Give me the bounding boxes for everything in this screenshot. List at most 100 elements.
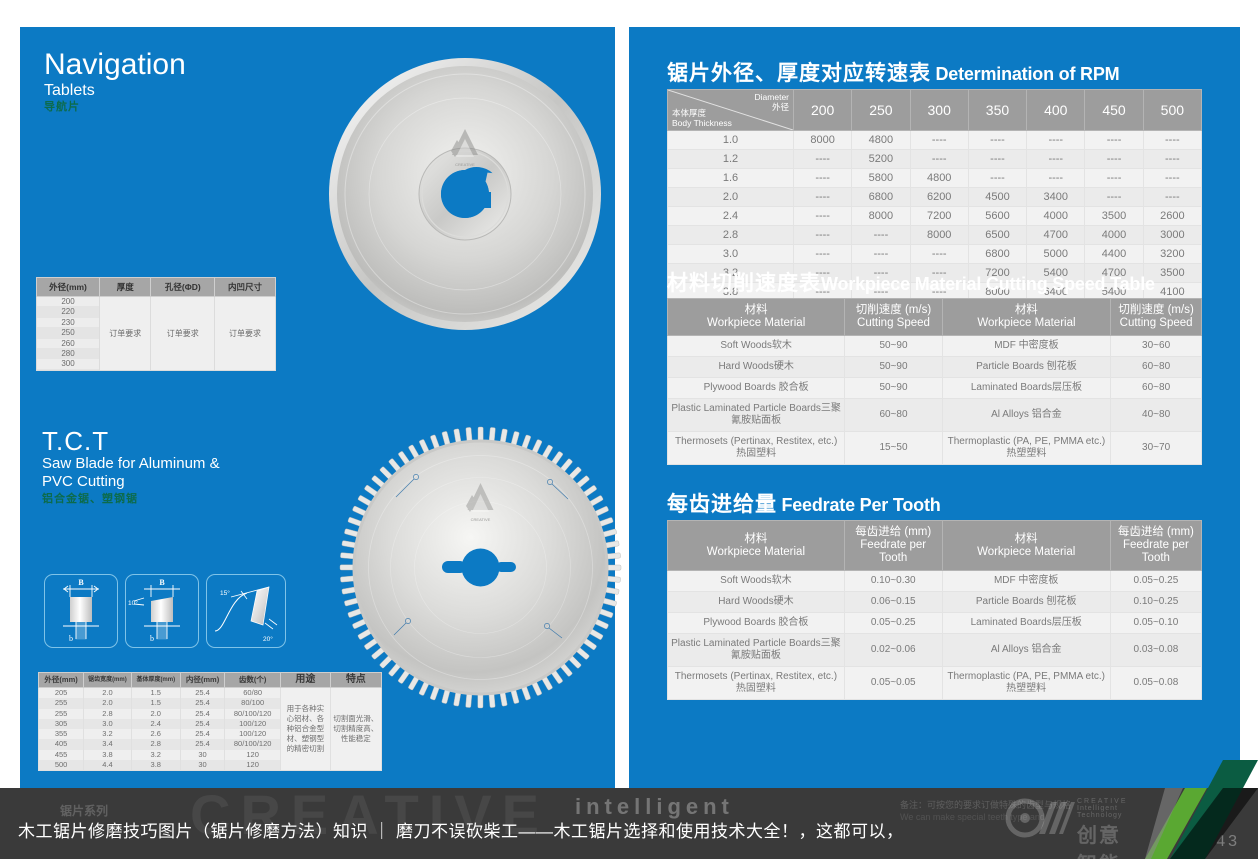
rpm-value-cell: 6500	[967, 225, 1028, 245]
table-row: 2.4 ---- 8000 7200 5600 4000 3500 2600	[667, 206, 1203, 226]
feed-col-value-left: 每齿进给 (mm) Feedrate per Tooth	[843, 520, 943, 571]
cell: 25.4	[195, 729, 210, 739]
label-cn: 切削速度 (m/s)	[1118, 304, 1194, 316]
feedrate-value-cell: 0.06~0.15	[843, 591, 943, 613]
label-en: Workpiece Material	[706, 545, 806, 558]
rpm-value-cell: 6200	[909, 187, 969, 207]
rpm-value-cell: ----	[1084, 168, 1144, 188]
feedrate-material-cell: Plywood Boards 胶合板	[667, 612, 845, 634]
rpm-col-200: 200	[792, 89, 853, 131]
col-tooth-count: 齿数(个)	[224, 672, 282, 688]
col-bore: 内径(mm)	[179, 672, 226, 688]
tct-chinese-label: 铝合金锯、塑钢锯	[42, 493, 138, 505]
cutting-speed-material-cell: Plastic Laminated Particle Boards三聚氰胺贴面板	[666, 398, 846, 432]
navigation-tablet-blade-image: CREATIVE	[325, 53, 605, 336]
cutting-speed-value-cell: 30~70	[1110, 431, 1202, 465]
tct-spec-table: 外径(mm) 锯齿宽度(mm) 基体厚度(mm) 内径(mm) 齿数(个) 用途…	[37, 672, 383, 772]
label-en: Feedrate per Tooth	[1122, 539, 1189, 564]
cell: 455	[54, 749, 68, 759]
navigation-spec-table: 外径(mm) 厚度 孔径(ΦD) 内凹尺寸 200 220 230 250 26…	[36, 277, 276, 371]
cell: 3.8	[131, 760, 180, 771]
rpm-thickness-cell: 2.0	[667, 187, 794, 207]
left-blue-panel: Navigation Tablets 导航片 CREATIVE 外径(mm) 厚…	[20, 27, 622, 788]
diagram-flat-tooth: B b	[44, 574, 118, 648]
table-row: Soft Woods软木 50~90 MDF 中密度板 30~60	[666, 335, 1202, 357]
rpm-value-cell: 5800	[851, 168, 911, 188]
cell: 25.4	[180, 698, 225, 709]
cell: 120	[225, 760, 281, 771]
cell: 80/100/120	[225, 739, 281, 750]
tooth-geometry-diagrams: B b B b 10° 15° 20°	[44, 574, 286, 648]
table-row: 1.2 ---- 5200 ---- ---- ---- ---- ----	[667, 149, 1203, 169]
feedrate-value-cell: 0.10~0.30	[843, 570, 943, 592]
col-bore: 孔径(ΦD)	[150, 277, 216, 297]
navigation-title: Navigation	[44, 48, 186, 81]
mat-col-material-left: 材料 Workpiece Material	[666, 298, 846, 336]
rpm-value-cell: ----	[792, 187, 853, 207]
col-tooth-width: 锯齿宽度(mm)	[83, 672, 132, 688]
cell: 60/80	[243, 688, 263, 697]
cell: 255	[39, 698, 84, 709]
catalog-page: Navigation Tablets 导航片 CREATIVE 外径(mm) 厚…	[0, 0, 1258, 859]
label-en: Workpiece Material	[977, 317, 1076, 329]
label-en: Workpiece Material	[977, 545, 1076, 558]
rpm-value-cell: 8000	[909, 225, 969, 245]
table-row: 205 255 255 305 355 405 455 500 2.0 2.0 …	[37, 686, 383, 772]
feedrate-material-cell: Particle Boards 刨花板	[941, 591, 1111, 613]
list-item: 220	[37, 307, 99, 318]
cutting-speed-material-cell: MDF 中密度板	[941, 335, 1112, 357]
diagram-hook-angle: 15° 20°	[206, 574, 286, 648]
rpm-value-cell: ----	[909, 149, 969, 169]
feedrate-value-cell: 0.05~0.25	[1109, 570, 1203, 592]
cell: 25.4	[195, 708, 210, 718]
table-header-row: Diameter 外径 本体厚度 Body Thickness 200 250 …	[667, 89, 1203, 131]
table-row: 2.8 ---- ---- 8000 6500 4700 4000 3000	[667, 225, 1203, 245]
rpm-title-en: Determination of RPM	[935, 64, 1120, 84]
cutting-speed-value-cell: 60~80	[844, 398, 943, 432]
rpm-value-cell: 4500	[967, 187, 1028, 207]
rpm-thickness-cell: 2.8	[667, 225, 794, 245]
cutting-speed-material-cell: Soft Woods软木	[666, 335, 846, 357]
col-outer-diameter: 外径(mm)	[36, 277, 100, 297]
table-header-row: 外径(mm) 厚度 孔径(ΦD) 内凹尺寸	[36, 277, 276, 297]
table-row: 1.6 ---- 5800 4800 ---- ---- ---- ----	[667, 168, 1203, 188]
rpm-value-cell: ----	[967, 168, 1028, 188]
list-item: 280	[37, 349, 99, 360]
cutting-speed-value-cell: 15~50	[844, 431, 943, 465]
col-thickness: 厚度	[98, 277, 152, 297]
rpm-section-title: 锯片外径、厚度对应转速表 Determination of RPM	[667, 57, 1120, 87]
tct-subtitle-line2: PVC Cutting	[42, 473, 125, 490]
cell: 305	[39, 718, 84, 730]
rpm-title-cn: 锯片外径、厚度对应转速表	[667, 62, 931, 85]
rpm-thickness-cell: 1.0	[667, 130, 794, 150]
rpm-col-300: 300	[909, 89, 969, 131]
feedrate-table: 材料 Workpiece Material 每齿进给 (mm) Feedrate…	[667, 520, 1203, 700]
mat-col-speed-left: 切削速度 (m/s) Cutting Speed	[844, 298, 943, 336]
table-row: 3.0 ---- ---- ---- 6800 5000 4400 3200	[667, 244, 1203, 264]
table-row: Hard Woods硬木 0.06~0.15 Particle Boards 刨花板…	[667, 591, 1203, 613]
tct-heading: T.C.T Saw Blade for Aluminum & PVC Cutti…	[42, 427, 220, 507]
diagram-bevel-tooth: B b 10°	[125, 574, 199, 648]
caption-text: 木工锯片修磨技巧图片（锯片修磨方法）知识 ｜ 磨刀不误砍柴工——木工锯片选择和使…	[18, 821, 904, 841]
col-body-thickness: 基体厚度(mm)	[130, 672, 181, 688]
feedrate-value-cell: 0.05~0.08	[1109, 666, 1203, 700]
rpm-col-450: 450	[1084, 89, 1144, 131]
cell: 2.4	[131, 718, 180, 730]
rpm-value-cell: ----	[792, 225, 853, 245]
svg-text:B: B	[159, 578, 165, 587]
col-usage: 用途	[280, 672, 331, 688]
recess-value: 订单要求	[214, 296, 276, 371]
feedrate-value-cell: 0.05~0.05	[843, 666, 943, 700]
cutting-speed-value-cell: 60~80	[1110, 377, 1202, 399]
cutting-speed-material-cell: Hard Woods硬木	[666, 356, 846, 378]
overlay-caption-bar: 木工锯片修磨技巧图片（锯片修磨方法）知识 ｜ 磨刀不误砍柴工——木工锯片选择和使…	[0, 812, 1258, 846]
cell: 255	[54, 708, 68, 718]
feedrate-material-cell: Thermoplastic (PA, PE, PMMA etc.)热塑塑料	[941, 666, 1111, 700]
table-row: Thermosets (Pertinax, Restitex, etc.)热固塑…	[666, 431, 1202, 465]
cutting-speed-value-cell: 50~90	[844, 356, 943, 378]
rpm-value-cell: ----	[792, 168, 853, 188]
cutting-speed-material-cell: Thermoplastic (PA, PE, PMMA etc.)热塑塑料	[941, 431, 1112, 465]
table-row: Soft Woods软木 0.10~0.30 MDF 中密度板 0.05~0.25	[667, 570, 1203, 592]
rpm-value-cell: ----	[1084, 130, 1144, 150]
cutting-speed-value-cell: 40~80	[1110, 398, 1202, 432]
